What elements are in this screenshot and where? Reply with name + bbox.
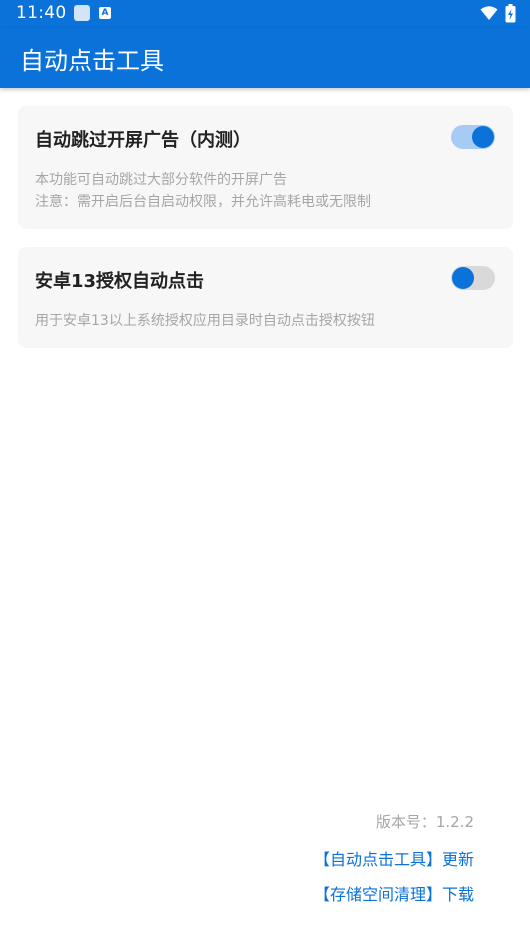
- feature-card-android13-auth: 安卓13授权自动点击 用于安卓13以上系统授权应用目录时自动点击授权按钮: [18, 247, 513, 348]
- feature-title: 自动跳过开屏广告（内测）: [35, 130, 251, 151]
- feature-description: 用于安卓13以上系统授权应用目录时自动点击授权按钮: [35, 310, 375, 332]
- toggle-thumb: [452, 267, 474, 289]
- app-bar: 自动点击工具: [0, 28, 530, 88]
- skip-ads-toggle[interactable]: [451, 125, 495, 149]
- a-icon: A: [99, 7, 111, 19]
- feature-description: 本功能可自动跳过大部分软件的开屏广告 注意：需开启后台自启动权限，并允许高耗电或…: [35, 169, 371, 213]
- status-time: 11:40: [16, 3, 67, 23]
- feature-title: 安卓13授权自动点击: [35, 271, 205, 292]
- app-title: 自动点击工具: [20, 47, 164, 75]
- status-bar: 11:40 A: [0, 0, 530, 28]
- update-link[interactable]: 【自动点击工具】更新: [314, 846, 474, 870]
- android13-auth-toggle[interactable]: [451, 266, 495, 290]
- feature-description-line: 注意：需开启后台自启动权限，并允许高耗电或无限制: [35, 194, 371, 210]
- feature-card-skip-ads: 自动跳过开屏广告（内测） 本功能可自动跳过大部分软件的开屏广告 注意：需开启后台…: [18, 106, 513, 229]
- wifi-icon: [480, 6, 498, 20]
- feature-description-line: 用于安卓13以上系统授权应用目录时自动点击授权按钮: [35, 313, 375, 329]
- download-link[interactable]: 【存储空间清理】下载: [314, 881, 474, 905]
- square-icon: [74, 5, 90, 21]
- version-label: 版本号：1.2.2: [375, 813, 474, 831]
- feature-description-line: 本功能可自动跳过大部分软件的开屏广告: [35, 172, 287, 188]
- toggle-thumb: [472, 126, 494, 148]
- battery-icon: [505, 4, 516, 23]
